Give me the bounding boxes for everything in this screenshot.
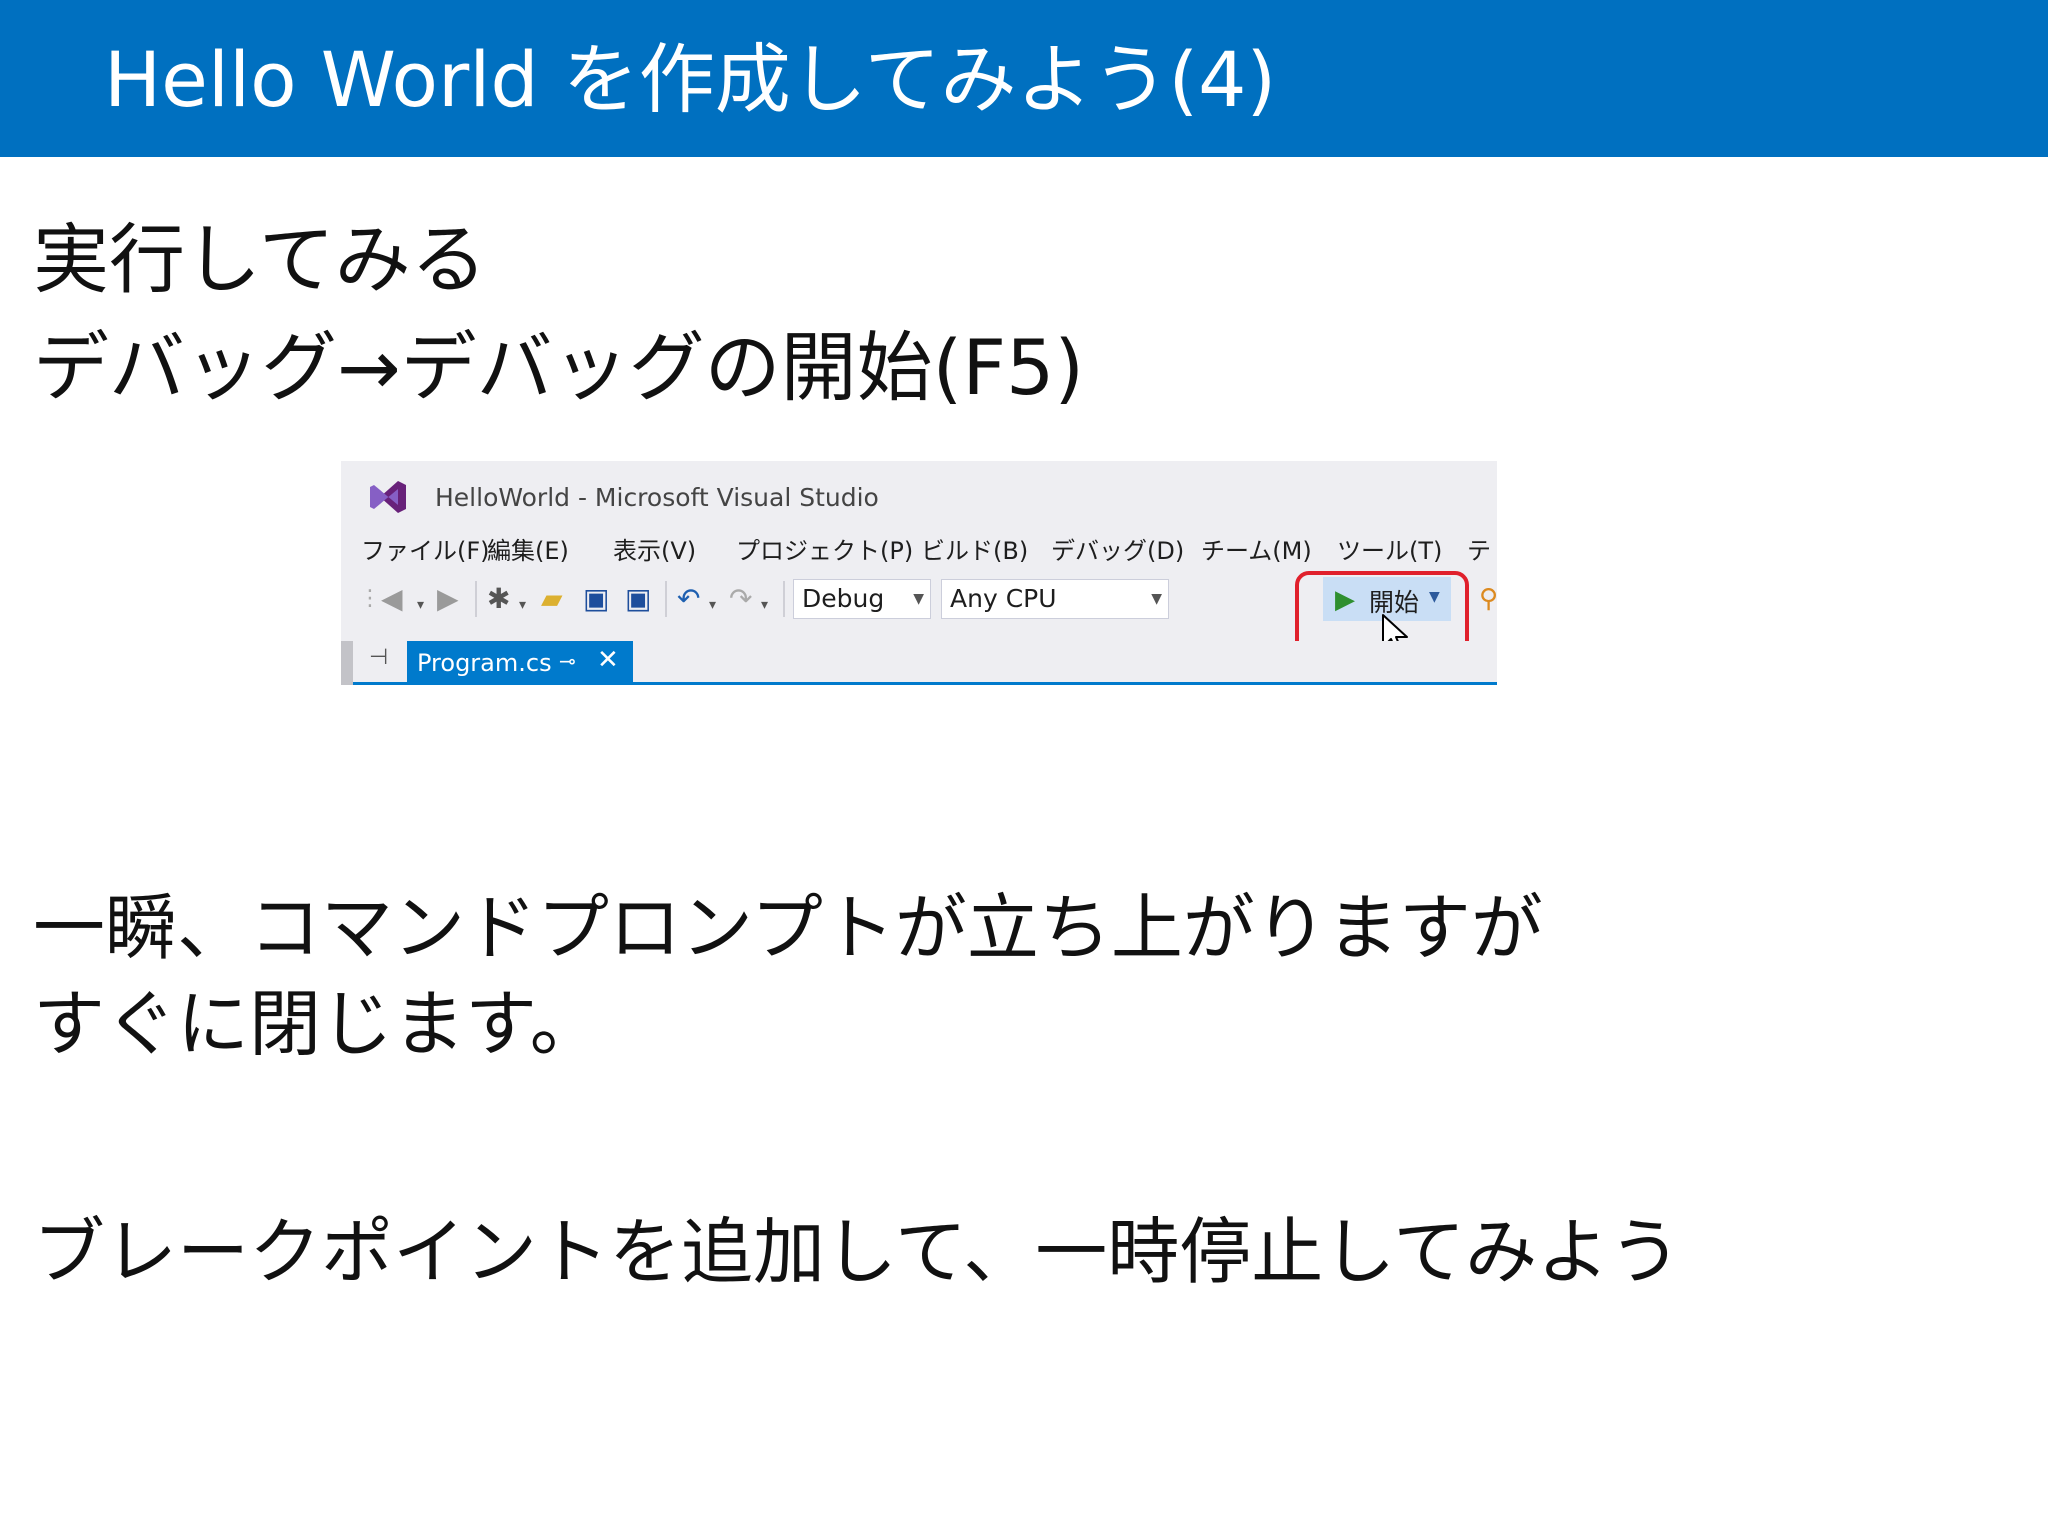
menu-edit[interactable]: 編集(E): [487, 531, 569, 566]
menu-test[interactable]: テ: [1467, 531, 1491, 566]
slide-title-bar: Hello World を作成してみよう(4): [0, 0, 2048, 157]
window-title: HelloWorld - Microsoft Visual Studio: [435, 483, 879, 512]
chevron-down-icon: ▼: [913, 591, 924, 607]
server-explorer-icon[interactable]: ⊣: [369, 645, 388, 670]
solution-platform-dropdown[interactable]: Any CPU ▼: [941, 579, 1169, 619]
back-icon[interactable]: ◀: [381, 583, 403, 615]
solution-configuration-dropdown[interactable]: Debug ▼: [793, 579, 931, 619]
instruction-run: 実行してみる: [33, 215, 487, 304]
menu-view[interactable]: 表示(V): [613, 531, 696, 566]
open-folder-icon[interactable]: ▰: [541, 583, 563, 615]
tab-strip-edge: [341, 641, 353, 685]
instruction-debug-start: デバッグ→デバッグの開始(F5): [33, 323, 1085, 412]
menu-build[interactable]: ビルド(B): [921, 531, 1028, 566]
redo-dropdown-icon[interactable]: ▾: [761, 589, 768, 621]
menu-file[interactable]: ファイル(F): [361, 531, 490, 566]
menu-tools[interactable]: ツール(T): [1337, 531, 1442, 566]
tab-program-cs[interactable]: Program.cs ⊸ ✕: [407, 641, 633, 683]
note-breakpoint: ブレークポイントを追加して、一時停止してみよう: [33, 1210, 1682, 1294]
visual-studio-logo-icon: [370, 481, 406, 513]
visual-studio-screenshot: HelloWorld - Microsoft Visual Studio ファイ…: [341, 461, 1497, 685]
back-dropdown-icon[interactable]: ▾: [417, 589, 424, 621]
new-dropdown-icon[interactable]: ▾: [519, 589, 526, 621]
menu-project[interactable]: プロジェクト(P): [736, 531, 913, 566]
save-icon[interactable]: ▣: [583, 583, 609, 615]
undo-dropdown-icon[interactable]: ▾: [709, 589, 716, 621]
chevron-down-icon: ▼: [1151, 591, 1162, 607]
close-icon[interactable]: ✕: [597, 645, 619, 675]
redo-icon[interactable]: ↷: [729, 583, 752, 615]
note-console-flash: 一瞬、コマンドプロンプトが立ち上がりますが: [33, 886, 1543, 970]
toolbar-grip[interactable]: ⋮: [359, 583, 381, 615]
platform-value: Any CPU: [950, 584, 1057, 613]
find-icon[interactable]: ⚲: [1479, 583, 1497, 615]
new-project-icon[interactable]: ✱: [487, 583, 510, 615]
menu-debug[interactable]: デバッグ(D): [1051, 531, 1184, 566]
configuration-value: Debug: [802, 584, 885, 613]
note-console-close: すぐに閉じます。: [33, 982, 602, 1066]
pin-icon[interactable]: ⊸: [559, 649, 576, 673]
slide-title: Hello World を作成してみよう(4): [104, 35, 1277, 124]
menu-team[interactable]: チーム(M): [1201, 531, 1312, 566]
save-all-icon[interactable]: ▣: [625, 583, 651, 615]
undo-icon[interactable]: ↶: [677, 583, 700, 615]
forward-icon[interactable]: ▶: [437, 583, 459, 615]
tab-label: Program.cs: [417, 649, 552, 677]
